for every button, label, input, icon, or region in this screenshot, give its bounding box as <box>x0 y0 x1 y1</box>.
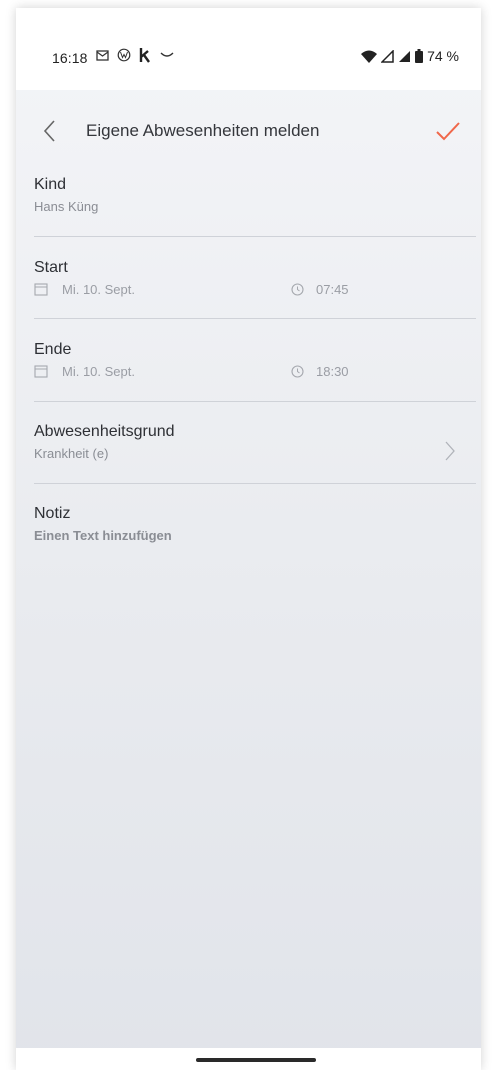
chevron-right-icon[interactable] <box>444 440 456 462</box>
end-datetime-row: Mi. 10. Sept. 18:30 <box>34 363 476 381</box>
divider <box>34 483 476 484</box>
page-title: Eigene Abwesenheiten melden <box>86 121 320 140</box>
kind-label: Kind <box>34 176 67 193</box>
mail-notification-icon <box>96 50 109 61</box>
notification-icons <box>96 47 183 63</box>
end-label: Ende <box>34 341 72 358</box>
clock-icon <box>291 365 304 378</box>
vw-logo-icon <box>117 48 131 62</box>
calendar-icon <box>34 283 48 296</box>
start-date[interactable]: Mi. 10. Sept. <box>62 282 135 297</box>
divider <box>34 318 476 319</box>
divider <box>34 236 476 237</box>
signal-icon <box>399 50 411 62</box>
battery-percentage: 74 % <box>427 48 459 64</box>
start-label: Start <box>34 259 68 276</box>
absence-reason-value: Krankheit (e) <box>34 446 109 461</box>
divider <box>34 401 476 402</box>
wifi-icon <box>361 50 378 63</box>
phone-screen: 16:18 74 % Eigene Abwesenheiten melden K… <box>16 8 481 1070</box>
absence-reason-label: Abwesenheitsgrund <box>34 423 175 440</box>
start-datetime-row: Mi. 10. Sept. 07:45 <box>34 281 476 299</box>
k-app-icon <box>139 48 150 63</box>
kind-field[interactable]: Kind Hans Küng <box>34 176 476 214</box>
note-label: Notiz <box>34 505 71 522</box>
start-field: Start Mi. 10. Sept. 07:45 <box>34 259 476 299</box>
note-field[interactable]: Notiz Einen Text hinzufügen <box>34 505 476 543</box>
end-date[interactable]: Mi. 10. Sept. <box>62 364 135 379</box>
end-time[interactable]: 18:30 <box>316 364 349 379</box>
smile-icon <box>160 52 174 57</box>
status-bar: 16:18 74 % <box>16 8 481 90</box>
note-placeholder[interactable]: Einen Text hinzufügen <box>34 528 476 543</box>
end-field: Ende Mi. 10. Sept. 18:30 <box>34 341 476 381</box>
start-time[interactable]: 07:45 <box>316 282 349 297</box>
signal-icon <box>381 49 394 63</box>
kind-value: Hans Küng <box>34 199 99 214</box>
clock-icon <box>291 283 304 296</box>
home-indicator[interactable] <box>196 1058 316 1062</box>
check-icon[interactable] <box>434 119 462 143</box>
calendar-icon <box>34 365 48 378</box>
absence-reason-field[interactable]: Abwesenheitsgrund Krankheit (e) <box>34 423 476 461</box>
app-bar: Eigene Abwesenheiten melden <box>16 108 481 154</box>
battery-icon <box>415 49 424 63</box>
status-time: 16:18 <box>52 50 88 66</box>
system-status-icons: 74 % <box>357 48 459 64</box>
chevron-left-icon[interactable] <box>40 118 60 144</box>
